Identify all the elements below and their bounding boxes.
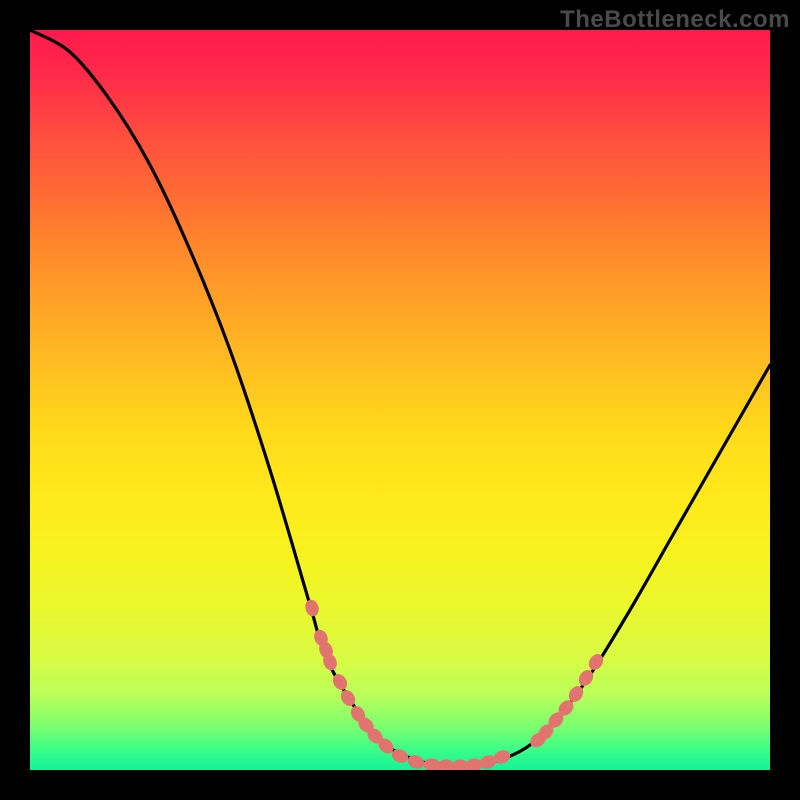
dot-group [303,598,606,770]
data-dot [406,753,427,770]
bottleneck-curve [30,30,770,766]
plot-area [30,30,770,770]
watermark-text: TheBottleneck.com [560,6,790,34]
chart-frame: TheBottleneck.com [0,0,800,800]
curve-svg [30,30,770,770]
data-dot [303,598,320,618]
